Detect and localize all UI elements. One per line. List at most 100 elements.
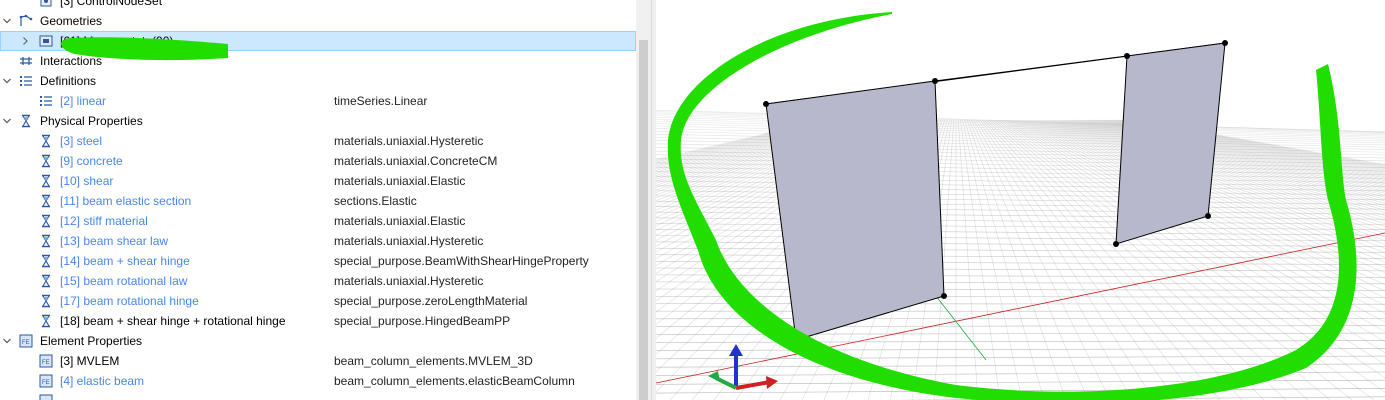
hour-icon — [39, 194, 53, 208]
chevron-down-icon[interactable] — [1, 111, 13, 131]
node-point — [1124, 53, 1130, 59]
tree-item-row[interactable]: [9] concrete materials.uniaxial.ConcreteC… — [0, 151, 636, 171]
tree-item-row[interactable]: FE — [0, 391, 636, 400]
y-axis-line — [935, 295, 987, 361]
tree-group-row[interactable]: Physical Properties — [0, 111, 636, 131]
ground-grid — [656, 109, 1385, 400]
chevron-down-icon[interactable] — [1, 11, 13, 31]
tree-item-row[interactable]: [3] steel materials.uniaxial.Hysteretic — [0, 131, 636, 151]
fe-icon: FE — [39, 394, 53, 400]
hour-icon — [39, 254, 53, 268]
tree-item-row[interactable]: [14] beam + shear hinge special_purpose.B… — [0, 251, 636, 271]
tree-item-type: materials.uniaxial.Hysteretic — [334, 274, 484, 288]
tree-item-label: [14] beam + shear hinge — [60, 254, 190, 268]
tree-group-row[interactable]: [61] Merge-rotate(90) — [0, 31, 636, 51]
tree-item-row[interactable]: [3] ControlNodeSet — [0, 0, 636, 11]
svg-text:FE: FE — [22, 340, 30, 346]
tree-item-label: [10] shear — [60, 174, 114, 188]
fe-icon: FE — [39, 374, 53, 388]
tree-item-row[interactable]: FE [4] elastic beam beam_column_elements.e… — [0, 371, 636, 391]
tree-item-type: materials.uniaxial.Elastic — [334, 174, 466, 188]
tree-item-row[interactable]: [12] stiff material materials.uniaxial.El… — [0, 211, 636, 231]
hour-icon — [39, 234, 53, 248]
tree-item-label: [3] MVLEM — [60, 354, 120, 368]
tree-item-label: [18] beam + shear hinge + rotational hin… — [60, 314, 286, 328]
tree-item-label: [4] elastic beam — [60, 374, 145, 388]
hour-icon — [39, 294, 53, 308]
tree-item-row[interactable]: Interactions — [0, 51, 636, 71]
tree-group-row[interactable]: Definitions — [0, 71, 636, 91]
tree-item-label: Definitions — [40, 74, 97, 88]
tree-item-label: [15] beam rotational law — [60, 274, 188, 288]
tree-item-row[interactable]: [18] beam + shear hinge + rotational hin… — [0, 311, 636, 331]
scrollbar-thumb[interactable] — [639, 40, 648, 400]
tree-item-row[interactable]: FE [3] MVLEM beam_column_elements.MVLEM_3D — [0, 351, 636, 371]
hour-icon — [39, 214, 53, 228]
tree-item-type: special_purpose.BeamWithShearHingeProper… — [334, 254, 589, 268]
tree-item-row[interactable]: [15] beam rotational law materials.uniaxi… — [0, 271, 636, 291]
tree-item-row[interactable]: [10] shear materials.uniaxial.Elastic — [0, 171, 636, 191]
tree-item-type: special_purpose.zeroLengthMaterial — [334, 294, 528, 308]
tree-item-type: beam_column_elements.elasticBeamColumn — [334, 374, 575, 388]
svg-text:FE: FE — [42, 360, 50, 366]
hour-icon — [39, 174, 53, 188]
tree-item-row[interactable]: [2] linear timeSeries.Linear — [0, 91, 636, 111]
chevron-down-icon[interactable] — [1, 71, 13, 91]
tree-item-row[interactable]: [17] beam rotational hinge special_purpos… — [0, 291, 636, 311]
model-tree-panel: [3] ControlNodeSet Geometries [61] Merge-r… — [0, 0, 651, 400]
node-point — [1205, 213, 1211, 219]
tree-item-label: Geometries — [40, 14, 103, 28]
ctrl-icon — [39, 0, 53, 8]
node-point — [941, 293, 947, 299]
gizmo-y-arrow — [708, 371, 720, 382]
tree-item-label: [3] steel — [60, 134, 103, 148]
chevron-right-icon[interactable] — [19, 31, 31, 51]
hour-icon — [39, 154, 53, 168]
tree-item-label: Element Properties — [40, 334, 143, 348]
node-point — [1113, 241, 1119, 247]
tree-item-type: special_purpose.HingedBeamPP — [334, 314, 511, 328]
node-point — [763, 101, 769, 107]
tree-item-label: [3] ControlNodeSet — [60, 0, 163, 8]
tree-item-type: beam_column_elements.MVLEM_3D — [334, 354, 533, 368]
tree-item-label: [9] concrete — [60, 154, 123, 168]
tree-item-type: timeSeries.Linear — [334, 94, 428, 108]
tree-item-label: Physical Properties — [40, 114, 143, 128]
tree-item-type: materials.uniaxial.Elastic — [334, 214, 466, 228]
tree-item-label: Interactions — [40, 54, 103, 68]
tree-item-type: materials.uniaxial.ConcreteCM — [334, 154, 498, 168]
tree-group-row[interactable]: Geometries — [0, 11, 636, 31]
wall-panel-left — [765, 80, 945, 341]
hour-icon — [39, 314, 53, 328]
tree-item-type: sections.Elastic — [334, 194, 417, 208]
3d-viewport[interactable] — [656, 0, 1385, 400]
list-icon — [39, 94, 53, 108]
tree-item-label: [17] beam rotational hinge — [60, 294, 199, 308]
fe-icon: FE — [39, 354, 53, 368]
3d-scene[interactable] — [656, 0, 1385, 400]
tree-item-row[interactable]: [13] beam shear law materials.uniaxial.Hy… — [0, 231, 636, 251]
inter-icon — [19, 54, 33, 68]
node-point — [932, 78, 938, 84]
hour-icon — [39, 274, 53, 288]
tree-item-label: [11] beam elastic section — [60, 194, 192, 208]
tree-item-type: materials.uniaxial.Hysteretic — [334, 234, 484, 248]
tree-item-label: [61] Merge-rotate(90) — [60, 34, 174, 48]
fe-icon: FE — [19, 334, 33, 348]
list-icon — [19, 74, 33, 88]
gizmo-x-axis — [735, 380, 771, 390]
tree-item-label: [2] linear — [60, 94, 107, 108]
top-beam-line-2 — [934, 55, 1128, 82]
chevron-down-icon[interactable] — [1, 331, 13, 351]
hour-icon — [39, 134, 53, 148]
tree-item-row[interactable]: [11] beam elastic section sections.Elasti… — [0, 191, 636, 211]
tree-item-type: materials.uniaxial.Hysteretic — [334, 134, 484, 148]
hour-icon — [19, 114, 33, 128]
svg-text:FE: FE — [42, 380, 50, 386]
tree-group-row[interactable]: FE Element Properties — [0, 331, 636, 351]
tree-item-label: [12] stiff material — [60, 214, 148, 228]
geom-icon — [19, 14, 33, 28]
tree-item-label: [13] beam shear law — [60, 234, 169, 248]
tree-vertical-scrollbar[interactable] — [636, 0, 651, 400]
geomitem-icon — [39, 34, 53, 48]
